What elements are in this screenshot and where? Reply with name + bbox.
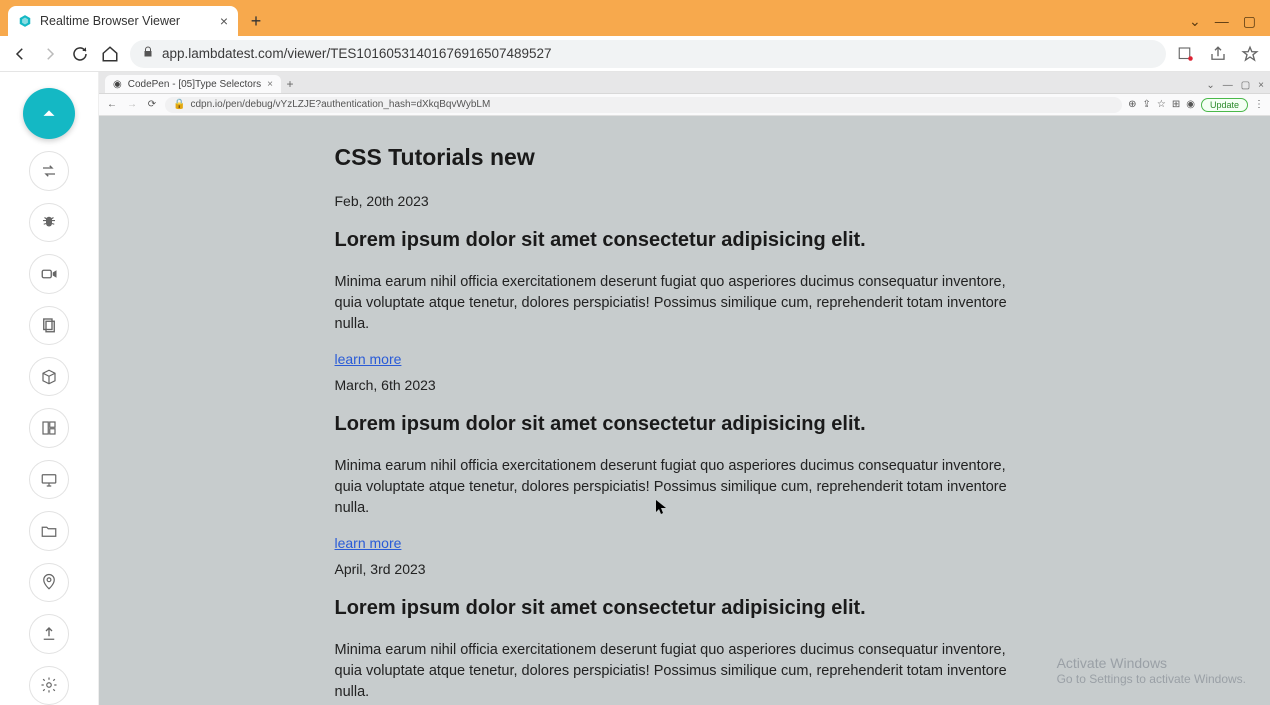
article-date: April, 3rd 2023 <box>335 561 1035 577</box>
outer-tab-title: Realtime Browser Viewer <box>40 14 180 28</box>
maximize-icon[interactable]: ▢ <box>1243 13 1256 30</box>
lock-icon <box>142 46 154 61</box>
close-icon[interactable]: × <box>267 79 273 90</box>
forward-icon[interactable] <box>40 44 60 64</box>
collapse-fab[interactable] <box>23 88 75 139</box>
new-tab-button[interactable]: + <box>242 7 270 35</box>
windows-activation-watermark: Activate Windows Go to Settings to activ… <box>1057 655 1246 688</box>
swap-icon[interactable] <box>29 151 69 190</box>
lock-icon: 🔒 <box>173 99 185 110</box>
article-date: March, 6th 2023 <box>335 377 1035 393</box>
inner-window-controls: ⌄ — ▢ × <box>1206 80 1270 93</box>
profile-icon[interactable]: ◉ <box>1186 99 1195 110</box>
article: Feb, 20th 2023 Lorem ipsum dolor sit amet… <box>335 193 1035 369</box>
learn-more-link[interactable]: learn more <box>335 535 402 551</box>
inner-tab-title: CodePen - [05]Type Selectors <box>128 79 261 90</box>
location-icon[interactable] <box>29 563 69 602</box>
back-icon[interactable]: ← <box>105 99 119 110</box>
star-icon[interactable]: ☆ <box>1157 99 1166 110</box>
reload-icon[interactable]: ⟳ <box>145 99 159 110</box>
side-rail <box>0 72 98 705</box>
share-icon[interactable]: ⇪ <box>1142 99 1150 110</box>
chevron-down-icon[interactable]: ⌄ <box>1206 80 1214 91</box>
layout-icon[interactable] <box>29 408 69 447</box>
gear-icon[interactable] <box>29 666 69 705</box>
inner-toolbar: ← → ⟳ 🔒 cdpn.io/pen/debug/vYzLZJE?authen… <box>99 94 1270 116</box>
forward-icon[interactable]: → <box>125 99 139 110</box>
article: April, 3rd 2023 Lorem ipsum dolor sit ame… <box>335 561 1035 705</box>
outer-toolbar: app.lambdatest.com/viewer/TES10160531401… <box>0 36 1270 72</box>
article-heading: Lorem ipsum dolor sit amet consectetur a… <box>335 229 1035 252</box>
zoom-icon[interactable]: ⊕ <box>1128 99 1136 110</box>
chevron-down-icon[interactable]: ⌄ <box>1189 13 1201 30</box>
update-button[interactable]: Update <box>1201 98 1248 112</box>
inner-tab-active[interactable]: ◉ CodePen - [05]Type Selectors × <box>105 75 281 93</box>
video-icon[interactable] <box>29 254 69 293</box>
back-icon[interactable] <box>10 44 30 64</box>
outer-window-controls: ⌄ — ▢ <box>1189 13 1270 36</box>
outer-tab-active[interactable]: Realtime Browser Viewer × <box>8 6 238 36</box>
maximize-icon[interactable]: ▢ <box>1241 80 1250 91</box>
outer-address-bar[interactable]: app.lambdatest.com/viewer/TES10160531401… <box>130 40 1166 68</box>
outer-url-text: app.lambdatest.com/viewer/TES10160531401… <box>162 46 552 61</box>
minimize-icon[interactable]: — <box>1215 13 1229 30</box>
star-icon[interactable] <box>1240 44 1260 64</box>
reload-icon[interactable] <box>70 44 90 64</box>
article-body: Minima earum nihil officia exercitatione… <box>335 640 1035 703</box>
share-icon[interactable] <box>1208 44 1228 64</box>
folder-icon[interactable] <box>29 511 69 550</box>
menu-icon[interactable]: ⋮ <box>1254 99 1264 110</box>
extensions-icon[interactable]: ⊞ <box>1172 99 1180 110</box>
inner-address-bar[interactable]: 🔒 cdpn.io/pen/debug/vYzLZJE?authenticati… <box>165 97 1122 113</box>
page-title: CSS Tutorials new <box>335 144 1035 171</box>
inner-new-tab-button[interactable]: + <box>281 75 299 93</box>
outer-tabstrip: Realtime Browser Viewer × + ⌄ — ▢ <box>0 0 1270 36</box>
content-page: CSS Tutorials new Feb, 20th 2023 Lorem ips… <box>99 116 1270 705</box>
article-heading: Lorem ipsum dolor sit amet consectetur a… <box>335 597 1035 620</box>
article-heading: Lorem ipsum dolor sit amet consectetur a… <box>335 413 1035 436</box>
minimize-icon[interactable]: — <box>1223 80 1233 91</box>
article-body: Minima earum nihil officia exercitatione… <box>335 272 1035 335</box>
article-date: Feb, 20th 2023 <box>335 193 1035 209</box>
box-icon[interactable] <box>29 357 69 396</box>
article-body: Minima earum nihil officia exercitatione… <box>335 456 1035 519</box>
article: March, 6th 2023 Lorem ipsum dolor sit ame… <box>335 377 1035 553</box>
inner-url-text: cdpn.io/pen/debug/vYzLZJE?authentication… <box>190 99 490 110</box>
home-icon[interactable] <box>100 44 120 64</box>
lambdatest-favicon-icon <box>18 14 32 28</box>
translate-icon[interactable] <box>1176 44 1196 64</box>
bug-icon[interactable] <box>29 203 69 242</box>
close-icon[interactable]: × <box>1258 80 1264 91</box>
monitor-icon[interactable] <box>29 460 69 499</box>
learn-more-link[interactable]: learn more <box>335 351 402 367</box>
inner-tabstrip: ◉ CodePen - [05]Type Selectors × + ⌄ — ▢… <box>99 72 1270 94</box>
upload-icon[interactable] <box>29 614 69 653</box>
codepen-favicon-icon: ◉ <box>113 79 122 90</box>
copy-icon[interactable] <box>29 306 69 345</box>
close-icon[interactable]: × <box>220 13 228 29</box>
